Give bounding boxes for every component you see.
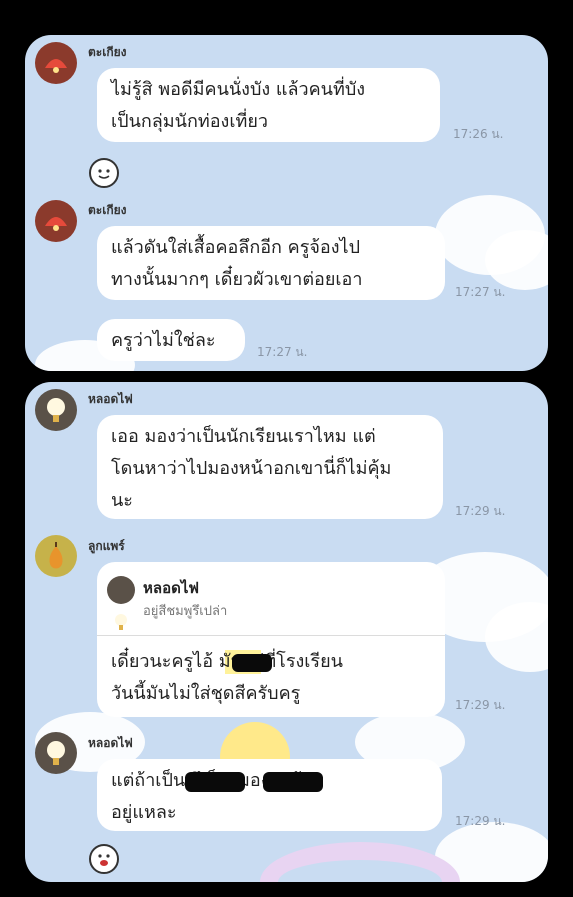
redaction-mark: [232, 654, 272, 672]
bulb-avatar-icon: [107, 576, 135, 630]
chat-screenshot-top: ตะเกียง ไม่รู้สิ พอดีมีคนนั่งบัง แล้วคนท…: [25, 35, 548, 371]
message-bubble[interactable]: แล้วดันใส่เสื้อคอลึกอีก ครูจ้องไป ทางนั้…: [97, 226, 445, 300]
sticker-icon[interactable]: [89, 844, 119, 874]
chat-screenshot-bottom: หลอดไฟ เออ มองว่าเป็นนักเรียนเราไหม แต่ …: [25, 382, 548, 882]
quoted-text: อยู่สีชมพูรึเปล่า: [143, 604, 228, 619]
rainbow-decoration: [260, 842, 460, 882]
lamp-avatar-icon[interactable]: [35, 42, 77, 84]
message-time: 17:29 น.: [455, 698, 506, 712]
reply-message-bubble[interactable]: หลอดไฟ อยู่สีชมพูรึเปล่า เดี๋ยวนะครูไอ้ …: [97, 562, 445, 717]
message-time: 17:26 น.: [453, 127, 504, 141]
lamp-avatar-icon[interactable]: [35, 200, 77, 242]
sender-name: ตะเกียง: [88, 45, 127, 59]
message-bubble[interactable]: เออ มองว่าเป็นนักเรียนเราไหม แต่ โดนหาว่…: [97, 415, 443, 519]
bulb-avatar-icon[interactable]: [35, 732, 77, 774]
sender-name: หลอดไฟ: [88, 736, 133, 750]
cloud-decoration: [485, 230, 548, 290]
message-text: เดี๋ยวนะครูไอ้ มันอยู่ที่โรงเรียน วันนี้…: [111, 651, 343, 704]
message-bubble[interactable]: ไม่รู้สิ พอดีมีคนนั่งบัง แล้วคนที่บัง เป…: [97, 68, 440, 142]
sender-name: ลูกแพร์: [88, 539, 125, 553]
message-bubble[interactable]: แต่ถ้าเป็น รึ ก็คงมองว่าคุ้ม อยู่แหละ: [97, 759, 442, 831]
redaction-mark: [263, 772, 323, 792]
redaction-mark: [185, 772, 245, 792]
message-time: 17:27 น.: [257, 345, 308, 359]
sender-name: หลอดไฟ: [88, 392, 133, 406]
sticker-icon[interactable]: [89, 158, 119, 188]
quoted-reply[interactable]: หลอดไฟ อยู่สีชมพูรึเปล่า: [97, 562, 445, 636]
sender-name: ตะเกียง: [88, 203, 127, 217]
message-time: 17:27 น.: [455, 285, 506, 299]
bulb-avatar-icon[interactable]: [35, 389, 77, 431]
message-time: 17:29 น.: [455, 504, 506, 518]
message-bubble[interactable]: ครูว่าไม่ใช่ละ: [97, 319, 245, 361]
pear-avatar-icon[interactable]: [35, 535, 77, 577]
message-time: 17:29 น.: [455, 814, 506, 828]
